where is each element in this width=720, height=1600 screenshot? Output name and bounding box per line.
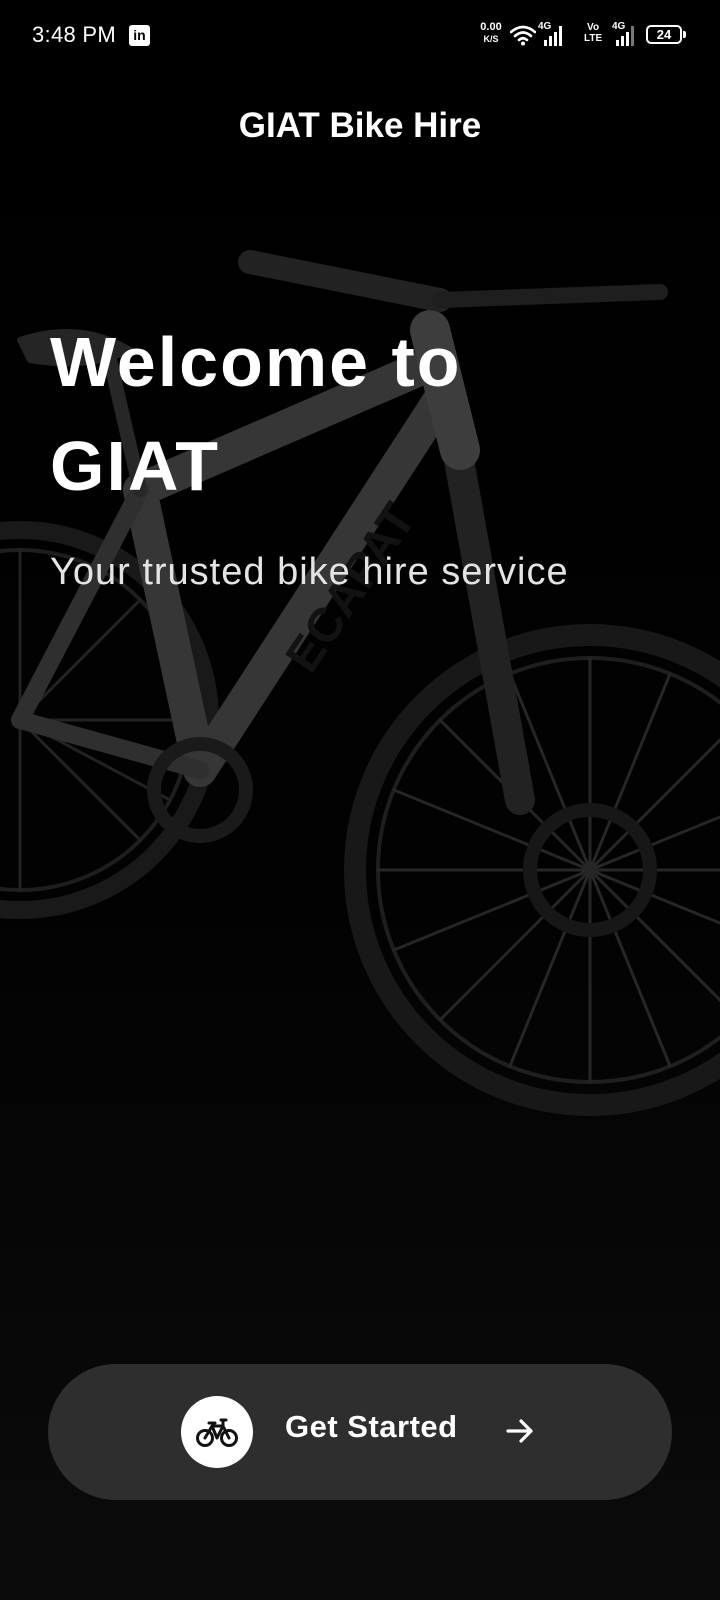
sim1-signal: 4G — [538, 22, 568, 48]
volte-line1: Vo — [587, 22, 600, 33]
arrow-right-icon — [506, 1419, 533, 1443]
battery-level: 24 — [656, 27, 672, 42]
network-speed: 0.00 K/S — [474, 21, 508, 45]
battery-tip — [683, 31, 686, 38]
status-bar: 3:48 PM in 0.00 K/S 4G Vo LTE 4G 24 — [0, 0, 720, 72]
welcome-heading-line2: GIAT — [50, 427, 221, 505]
get-started-label: Get Started — [285, 1409, 458, 1444]
wifi-icon — [510, 25, 536, 46]
welcome-heading-line1: Welcome to — [50, 323, 462, 401]
sim2-signal: 4G — [612, 22, 642, 48]
battery-icon: 24 — [646, 25, 682, 44]
network-speed-value: 0.00 — [480, 21, 502, 33]
bike-icon — [196, 1418, 238, 1447]
app-title: GIAT Bike Hire — [238, 106, 482, 145]
linkedin-icon: in — [129, 25, 150, 46]
signal-bars-icon — [616, 26, 634, 46]
network-speed-unit: K/S — [483, 34, 499, 44]
signal-bars-icon — [544, 26, 562, 46]
volte-line2: LTE — [584, 33, 603, 44]
volte-indicator: Vo LTE — [584, 22, 602, 44]
welcome-screen: ECAPAT 3:48 PM in 0.00 K/S 4G Vo LTE 4G … — [0, 0, 720, 1600]
bike-icon-badge — [181, 1396, 253, 1468]
status-time: 3:48 PM — [32, 22, 117, 47]
welcome-subtitle: Your trusted bike hire service — [50, 551, 569, 593]
welcome-heading: Welcome to GIAT — [50, 310, 670, 518]
get-started-button[interactable]: Get Started — [48, 1364, 672, 1500]
